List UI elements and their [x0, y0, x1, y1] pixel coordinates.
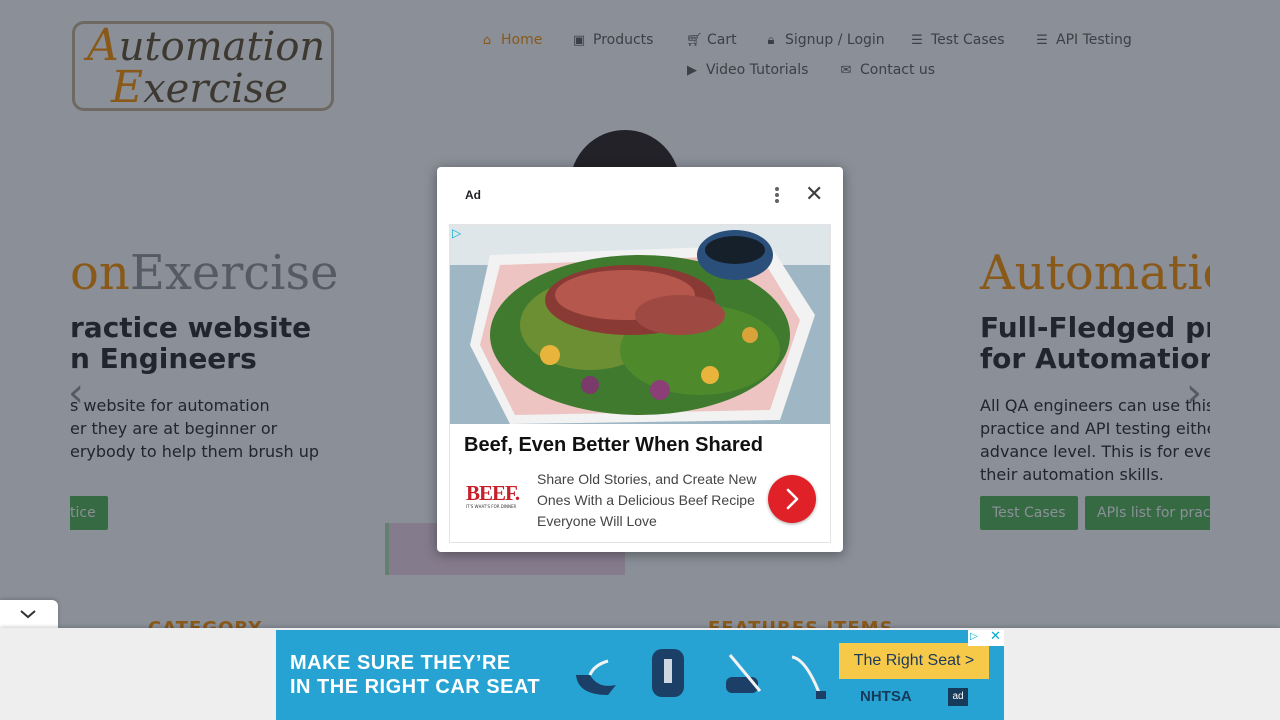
adchoices-icon[interactable]: ▷	[452, 226, 461, 240]
banner-ad[interactable]: MAKE SURE THEY’RE IN THE RIGHT CAR SEAT …	[276, 630, 1004, 720]
beef-logo-tagline: IT'S WHAT'S FOR DINNER	[466, 504, 517, 509]
ad-creative[interactable]: ▷ Beef, Even Better When Shared BEEF. IT…	[449, 224, 831, 543]
ad-cta-button[interactable]	[768, 475, 816, 523]
car-seat-icon	[726, 654, 762, 693]
collapse-ad-button[interactable]	[0, 600, 58, 628]
chevron-right-icon	[786, 488, 799, 510]
more-options-icon[interactable]	[774, 185, 780, 205]
close-icon[interactable]: ✕	[990, 629, 1001, 644]
ad-image	[450, 225, 830, 424]
ad-council-logo: ad	[948, 688, 968, 706]
ad-body: Share Old Stories, and Create New Ones W…	[537, 471, 757, 529]
car-seat-icon	[652, 649, 684, 697]
seat-belt-icon	[791, 655, 826, 699]
ad-label: Ad	[465, 188, 481, 202]
car-seat-icon	[576, 659, 616, 695]
banner-ad-controls: ▷ ✕	[968, 629, 1004, 646]
adchoices-icon[interactable]: ▷	[970, 631, 978, 642]
interstitial-ad: Ad ✕ ▷ Beef, Even Better When Shared BEE…	[437, 167, 843, 552]
nhtsa-logo: NHTSA	[860, 688, 912, 705]
right-seat-button[interactable]: The Right Seat >	[839, 643, 989, 679]
ad-headline[interactable]: Beef, Even Better When Shared	[464, 434, 763, 457]
beef-logo-text: BEEF.	[466, 481, 520, 505]
banner-ad-text: MAKE SURE THEY’RE IN THE RIGHT CAR SEAT	[290, 651, 540, 699]
close-icon[interactable]: ✕	[805, 184, 823, 206]
chevron-down-icon	[20, 610, 36, 619]
banner-ad-line-1: MAKE SURE THEY’RE	[290, 652, 511, 674]
beef-logo: BEEF. IT'S WHAT'S FOR DINNER	[466, 482, 522, 522]
banner-ad-line-2: IN THE RIGHT CAR SEAT	[290, 676, 541, 698]
